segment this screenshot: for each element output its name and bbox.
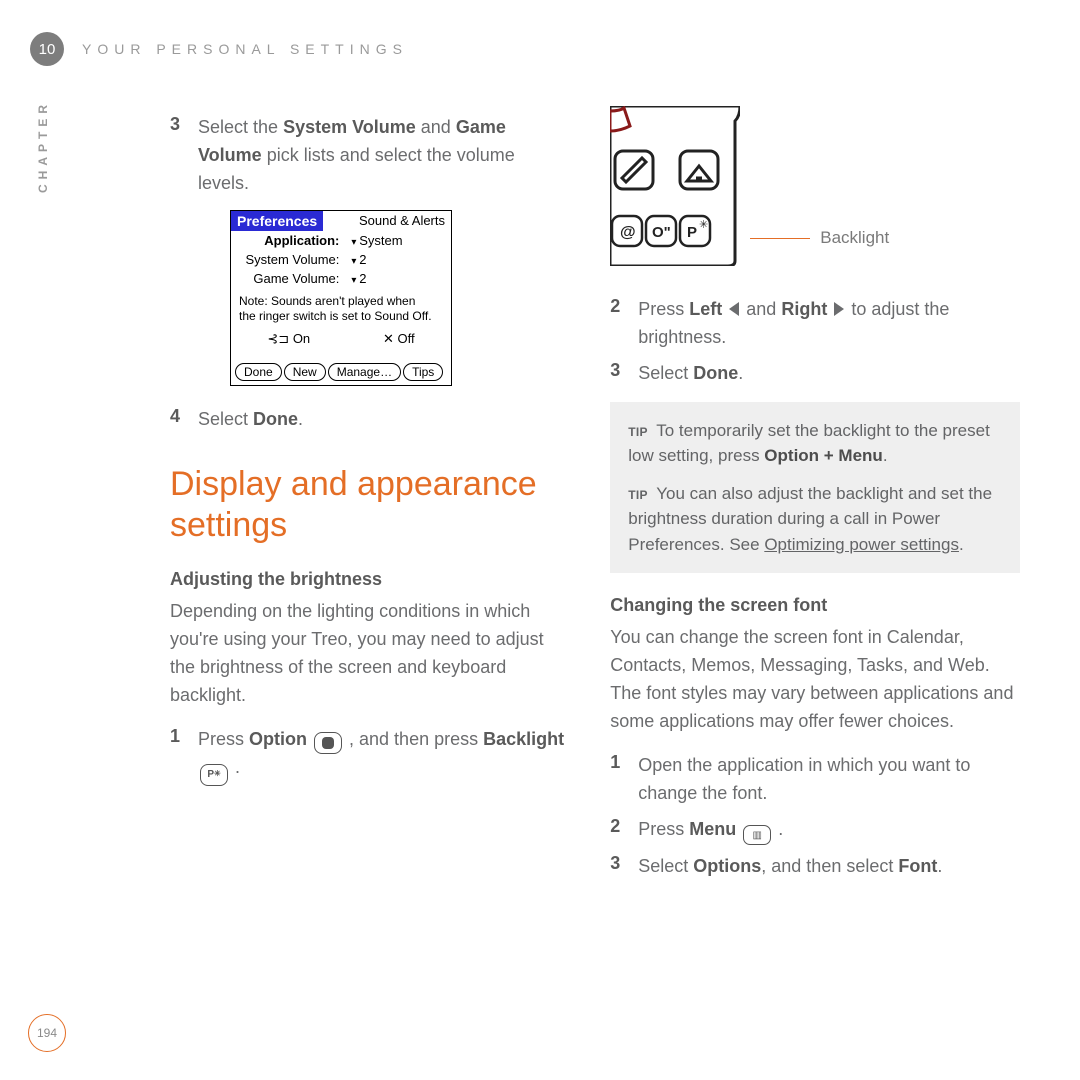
chapter-badge: 10 [30,32,64,66]
right-arrow-icon [834,302,844,316]
menu-key-icon: ▥ [743,825,771,845]
on-label: ⊰⊐ On [267,331,310,347]
left-arrow-icon [729,302,739,316]
gamevol-value: 2 [345,269,451,288]
app-value: System [345,231,451,250]
step-number: 3 [610,853,628,881]
off-label: ✕ Off [383,331,415,347]
step-number: 1 [610,752,628,808]
app-label: Application: [231,231,345,250]
sysvol-value: 2 [345,250,451,269]
step-number: 3 [610,360,628,388]
screenshot-note: Note: Sounds aren't played when [239,294,443,310]
gamevol-label: Game Volume: [231,269,345,288]
subheading-brightness: Adjusting the brightness [170,569,570,590]
svg-text:✳: ✳ [699,219,708,231]
step-text: Select the System Volume and Game Volume… [198,114,570,198]
step-number: 2 [610,816,628,846]
step-text: Press Menu ▥ . [638,816,783,846]
svg-text:@: @ [620,224,636,241]
screenshot-new-button: New [284,363,326,381]
screenshot-manage-button: Manage… [328,363,401,381]
sysvol-label: System Volume: [231,250,345,269]
screenshot-done-button: Done [235,363,282,381]
step-text: Press Option , and then press Backlight … [198,726,570,786]
svg-text:O": O" [652,224,671,241]
step-number: 4 [170,406,188,434]
step-number: 3 [170,114,188,198]
page-number: 194 [28,1014,66,1052]
screenshot-section: Sound & Alerts [323,211,451,231]
svg-text:P: P [687,224,697,241]
screenshot-tips-button: Tips [403,363,443,381]
callout-line [750,238,810,239]
screenshot-title: Preferences [231,211,323,231]
step-number: 1 [170,726,188,786]
step-number: 2 [610,296,628,352]
step-text: Select Options, and then select Font. [638,853,942,881]
backlight-callout: Backlight [820,228,889,248]
step-text: Select Done. [638,360,743,388]
tip-box: TIP To temporarily set the backlight to … [610,402,1020,574]
tip-label: TIP [628,488,648,502]
tip-label: TIP [628,425,648,439]
screenshot-note: the ringer switch is set to Sound Off. [239,309,443,325]
page-title: YOUR PERSONAL SETTINGS [82,41,408,57]
brightness-paragraph: Depending on the lighting conditions in … [170,598,570,710]
preferences-screenshot: Preferences Sound & Alerts Application:S… [230,210,452,386]
step-text: Select Done. [198,406,303,434]
backlight-key-icon: P✳ [200,764,228,786]
option-key-icon [314,732,342,754]
optimizing-power-link[interactable]: Optimizing power settings [764,535,959,554]
step-text: Press Left and Right to adjust the brigh… [638,296,1020,352]
chapter-side-label: CHAPTER [36,100,50,193]
subheading-font: Changing the screen font [610,595,1020,616]
font-paragraph: You can change the screen font in Calend… [610,624,1020,736]
step-text: Open the application in which you want t… [638,752,1020,808]
section-heading: Display and appearance settings [170,464,570,546]
device-illustration: @ O" P ✳ [610,106,740,266]
